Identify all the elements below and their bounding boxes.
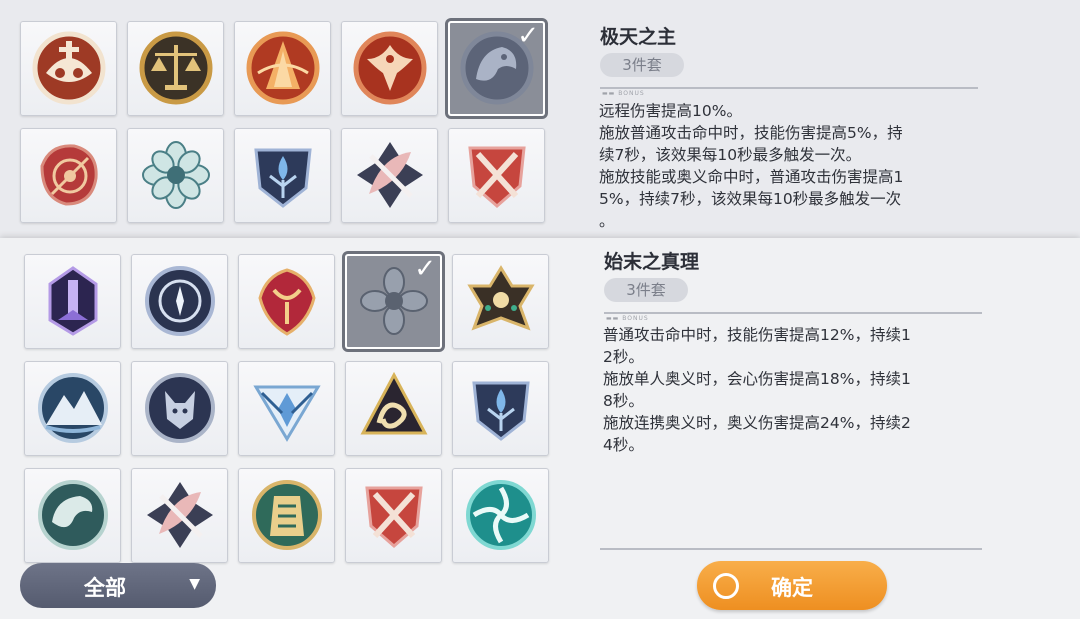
bottom-divider: [600, 548, 982, 550]
circle-icon: [713, 573, 739, 599]
blue-crystal-icon: [253, 385, 321, 442]
divider-caption: ▬▬ BONUS: [602, 90, 645, 97]
set-tile-owl[interactable]: [20, 21, 117, 116]
set-tile-compass[interactable]: [131, 254, 228, 349]
phoenix-icon: [353, 31, 427, 105]
crimson-target-icon: [40, 144, 98, 206]
pharaoh-icon: [252, 480, 322, 550]
crossed-feathers-icon: [147, 482, 213, 548]
confirm-label: 确定: [771, 576, 813, 600]
set-description: 普通攻击命中时，技能伤害提高12%，持续1 2秒。 施放单人奥义时，会心伤害提高…: [603, 326, 911, 454]
set-tile-flame[interactable]: [234, 21, 331, 116]
set-tile-tree[interactable]: [452, 361, 549, 456]
confirm-button[interactable]: 确定: [697, 561, 887, 610]
blue-tree-icon: [254, 148, 312, 208]
purple-tower-icon: [48, 266, 98, 336]
red-horn-shield-icon: [258, 268, 316, 336]
set-title: 极天之主: [600, 26, 677, 48]
set-tile-phoenix[interactable]: [341, 21, 438, 116]
chevron-down-icon: ▼: [189, 576, 200, 592]
mountain-icon: [38, 373, 108, 443]
set-tile-flower[interactable]: [127, 128, 224, 223]
set-tile-mountain[interactable]: [24, 361, 121, 456]
set-tile-tree[interactable]: [234, 128, 331, 223]
set-tile-blades[interactable]: [448, 128, 545, 223]
section-divider: [600, 87, 978, 89]
scales-icon: [139, 31, 213, 105]
flame-pillar-icon: [246, 31, 320, 105]
set-tile-feathers[interactable]: [341, 128, 438, 223]
crossed-feathers-icon: [357, 142, 423, 208]
teal-flower-icon: [142, 141, 210, 209]
gold-lotus-icon: [467, 265, 535, 331]
set-description: 远程伤害提高10%。 施放普通攻击命中时，技能伤害提高5%，持 续7秒，该效果每…: [599, 102, 904, 230]
set-tile-feathers[interactable]: [131, 468, 228, 563]
selected-check-icon: ✓: [517, 21, 539, 51]
set-tile-dragon-head[interactable]: [24, 468, 121, 563]
set-tile-blades[interactable]: [345, 468, 442, 563]
divider-caption: ▬▬ BONUS: [606, 315, 649, 322]
bottom-set-panel: ✓ 始末之真理 3件套 ▬▬ BONUS 普通攻击命中时，技能伤害提高12%，持…: [0, 238, 1080, 619]
blue-tree-icon: [472, 381, 530, 441]
blue-compass-icon: [145, 266, 215, 336]
filter-dropdown[interactable]: 全部 ▼: [20, 563, 216, 608]
set-tile-scales[interactable]: [127, 21, 224, 116]
fox-icon: [145, 373, 215, 443]
set-tile-dragon-selected[interactable]: ✓: [448, 21, 545, 116]
set-tile-wind[interactable]: [452, 468, 549, 563]
red-blades-shield-icon: [468, 146, 526, 208]
set-tile-fox[interactable]: [131, 361, 228, 456]
set-tile-flower-selected[interactable]: ✓: [345, 254, 442, 349]
set-tile-lotus[interactable]: [452, 254, 549, 349]
serpent-triangle-icon: [360, 371, 428, 435]
section-divider: [604, 312, 982, 314]
set-tile-serpent[interactable]: [345, 361, 442, 456]
selected-check-icon: ✓: [414, 254, 436, 284]
set-title: 始末之真理: [604, 251, 700, 273]
set-tile-pharaoh[interactable]: [238, 468, 335, 563]
set-tile-crystal[interactable]: [238, 361, 335, 456]
filter-label: 全部: [84, 576, 126, 600]
piece-count-badge: 3件套: [604, 278, 688, 302]
set-tile-target[interactable]: [20, 128, 117, 223]
red-blades-shield-icon: [365, 486, 423, 548]
teal-wind-icon: [466, 480, 536, 550]
set-tile-tower[interactable]: [24, 254, 121, 349]
top-set-panel: ✓ 极天之主 3件套 ▬▬ BONUS 远程伤害提高10%。 施放普通攻击命中时…: [0, 0, 1080, 236]
owl-crest-icon: [32, 31, 106, 105]
dragon-head-icon: [38, 480, 108, 550]
piece-count-badge: 3件套: [600, 53, 684, 77]
set-tile-horn[interactable]: [238, 254, 335, 349]
